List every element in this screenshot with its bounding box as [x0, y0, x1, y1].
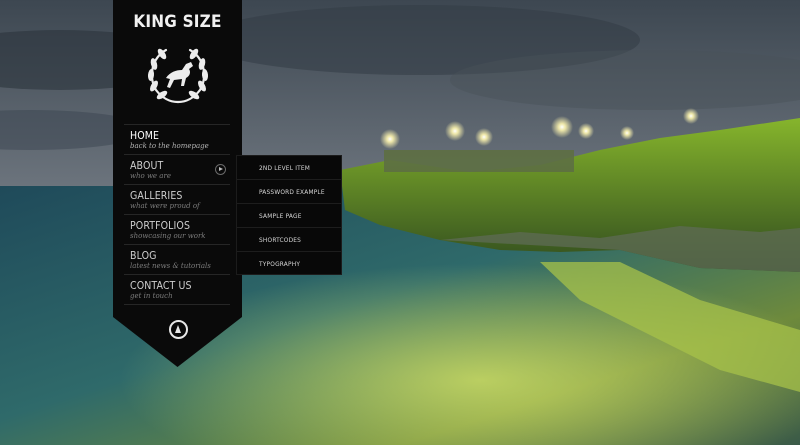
brand-title[interactable]: KING SIZE: [113, 12, 242, 32]
nav-item-galleries[interactable]: GALLERIES what were proud of: [124, 184, 230, 214]
play-arrow-icon[interactable]: [215, 164, 226, 175]
nav-item-subtitle: get in touch: [130, 292, 173, 300]
nav-item-subtitle: what were proud of: [130, 202, 200, 210]
nav-item-subtitle: back to the homepage: [130, 142, 209, 150]
submenu-item[interactable]: TYPOGRAPHY: [237, 252, 341, 276]
nav-item-title: HOME: [130, 130, 160, 142]
nav-item-title: CONTACT US: [130, 280, 192, 292]
nav-item-portfolios[interactable]: PORTFOLIOS showcasing our work: [124, 214, 230, 244]
nav-item-subtitle: showcasing our work: [130, 232, 206, 240]
submenu-item[interactable]: PASSWORD EXAMPLE: [237, 180, 341, 204]
laurel-wreath-horse-emblem[interactable]: [144, 42, 212, 106]
nav-item-contact[interactable]: CONTACT US get in touch: [124, 274, 230, 305]
submenu-item[interactable]: SHORTCODES: [237, 228, 341, 252]
submenu-item[interactable]: 2ND LEVEL ITEM: [237, 156, 341, 180]
main-nav: HOME back to the homepage ABOUT who we a…: [124, 124, 230, 305]
nav-item-title: ABOUT: [130, 160, 164, 172]
nav-item-home[interactable]: HOME back to the homepage: [124, 124, 230, 154]
sidebar: KING SIZE HOME back to the homepage ABOU…: [113, 0, 242, 367]
submenu-item[interactable]: SAMPLE PAGE: [237, 204, 341, 228]
about-submenu: 2ND LEVEL ITEM PASSWORD EXAMPLE SAMPLE P…: [236, 155, 342, 275]
up-arrow-icon[interactable]: [169, 320, 188, 339]
nav-item-subtitle: latest news & tutorials: [130, 262, 211, 270]
nav-item-title: PORTFOLIOS: [130, 220, 191, 232]
nav-item-title: GALLERIES: [130, 190, 183, 202]
nav-item-about[interactable]: ABOUT who we are: [124, 154, 230, 184]
nav-item-title: BLOG: [130, 250, 157, 262]
nav-item-blog[interactable]: BLOG latest news & tutorials: [124, 244, 230, 274]
nav-item-subtitle: who we are: [130, 172, 171, 180]
